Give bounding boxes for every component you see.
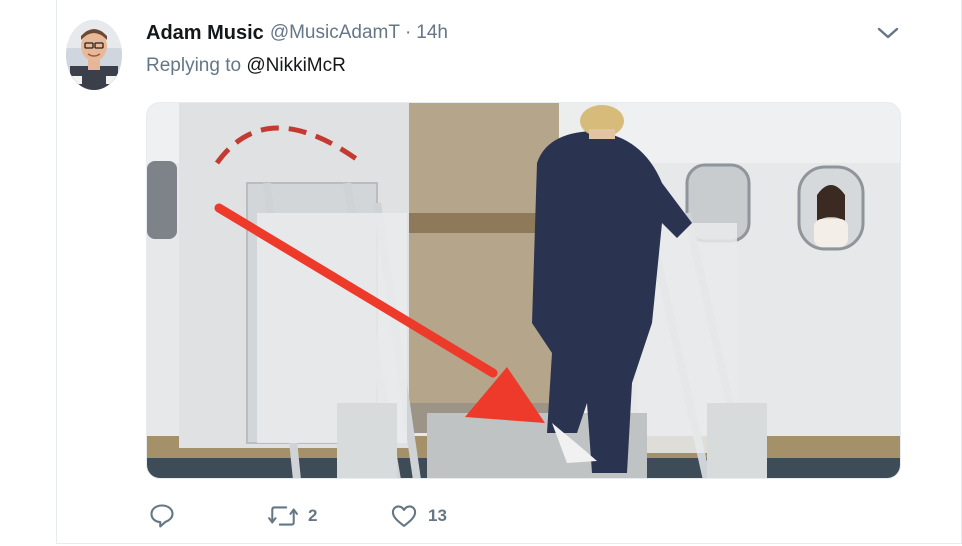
retweet-icon [268, 506, 298, 526]
like-button[interactable]: 13 [390, 500, 447, 532]
like-count: 13 [428, 506, 447, 525]
avatar[interactable] [66, 20, 122, 90]
media-photo [147, 103, 900, 478]
retweet-button[interactable]: 2 [268, 500, 317, 532]
chevron-down-icon [877, 27, 899, 39]
tweet-header: Adam Music @MusicAdamT · 14h [146, 20, 448, 46]
more-options-button[interactable] [876, 22, 900, 44]
avatar-image [66, 20, 122, 90]
timestamp[interactable]: 14h [416, 22, 448, 44]
tweet-actions: 2 13 [146, 500, 846, 532]
reply-icon [150, 504, 174, 528]
replying-to-label: Replying to [146, 55, 242, 76]
tweet-media-image[interactable] [146, 102, 901, 479]
reply-button[interactable] [148, 500, 186, 532]
author-name[interactable]: Adam Music [146, 22, 264, 45]
replying-to-mention[interactable]: @NikkiMcR [246, 55, 346, 76]
retweet-count: 2 [308, 506, 318, 525]
replying-to: Replying to @NikkiMcR [146, 55, 346, 77]
author-handle[interactable]: @MusicAdamT [270, 22, 400, 44]
separator-dot: · [404, 22, 412, 43]
heart-icon [391, 505, 417, 527]
